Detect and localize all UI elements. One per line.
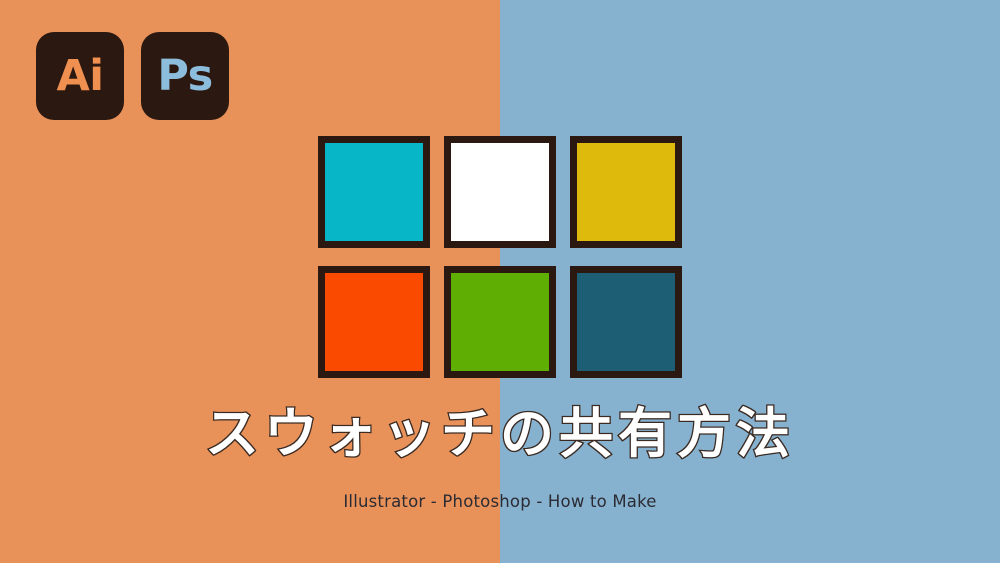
swatch-grid: [318, 136, 682, 378]
swatch-cyan: [318, 136, 430, 248]
page-title: スウォッチの共有方法: [204, 402, 795, 465]
page-subtitle: Illustrator - Photoshop - How to Make: [343, 492, 657, 511]
swatch-dark-teal: [570, 266, 682, 378]
adobe-photoshop-icon-label: Ps: [157, 50, 213, 101]
swatch-green: [444, 266, 556, 378]
app-icon-group: Ai Ps: [36, 32, 229, 120]
adobe-illustrator-icon-label: Ai: [56, 50, 104, 101]
swatch-orange-red: [318, 266, 430, 378]
thumbnail-canvas: Ai Ps スウォッチの共有方法 Illustrator - Photoshop…: [0, 0, 1000, 563]
swatch-yellow: [570, 136, 682, 248]
swatch-white: [444, 136, 556, 248]
adobe-photoshop-icon: Ps: [141, 32, 229, 120]
adobe-illustrator-icon: Ai: [36, 32, 124, 120]
